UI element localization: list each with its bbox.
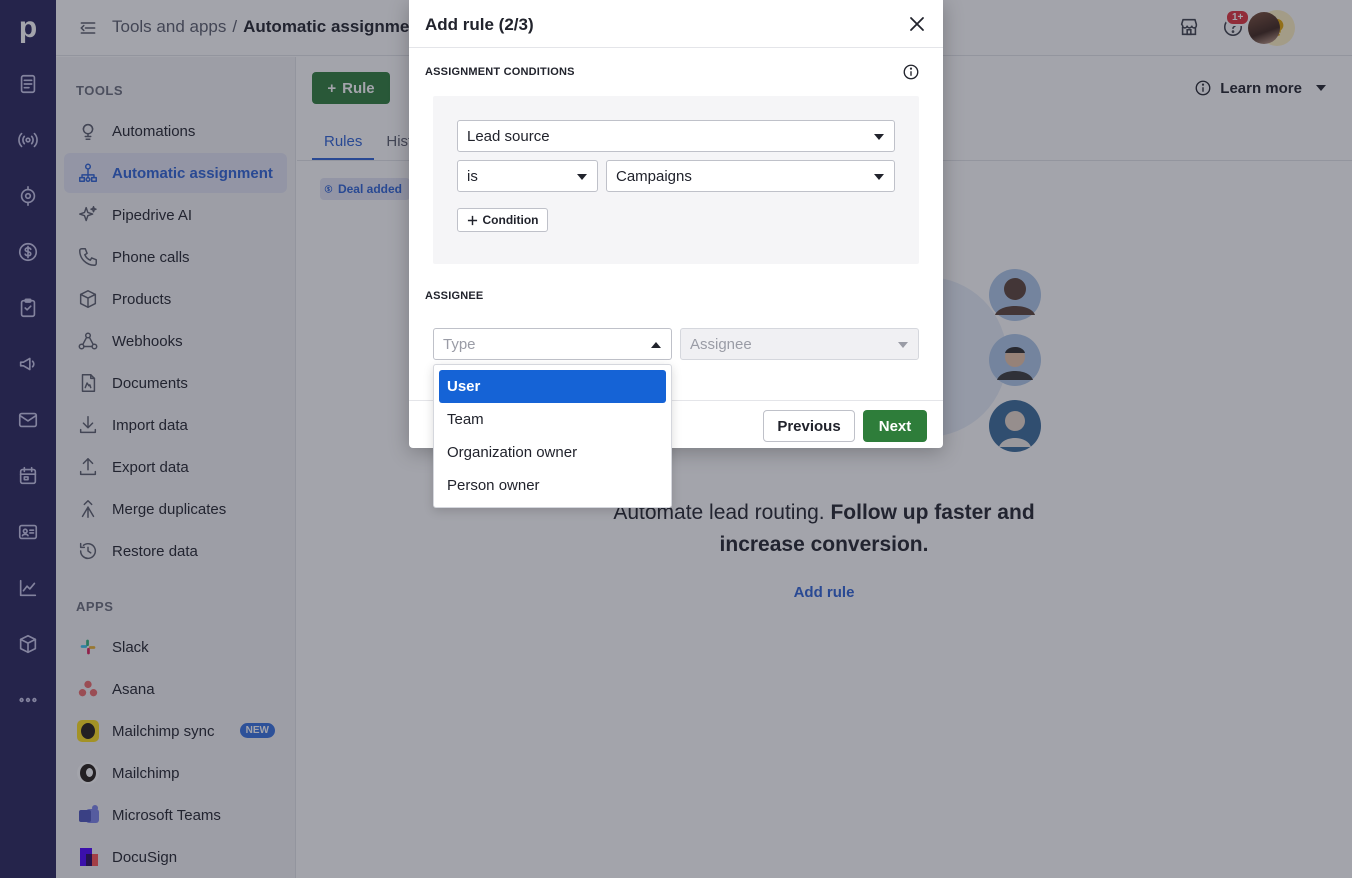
modal-header: Add rule (2/3) <box>409 0 943 48</box>
assignee-select: Assignee <box>680 328 919 360</box>
modal-title: Add rule (2/3) <box>425 15 534 34</box>
condition-field-select[interactable]: Lead source <box>457 120 895 152</box>
assignee-select-placeholder: Assignee <box>690 335 752 353</box>
condition-operator-value: is <box>467 167 478 185</box>
assignment-conditions-title: ASSIGNMENT CONDITIONS <box>425 66 575 78</box>
condition-value-select[interactable]: Campaigns <box>606 160 895 192</box>
add-condition-label: Condition <box>482 213 539 227</box>
chevron-down-icon <box>898 342 908 348</box>
type-select-placeholder: Type <box>443 335 476 353</box>
type-select[interactable]: Type <box>433 328 672 360</box>
chevron-down-icon <box>874 134 884 140</box>
type-option-user[interactable]: User <box>439 370 666 403</box>
condition-operator-select[interactable]: is <box>457 160 598 192</box>
previous-button[interactable]: Previous <box>763 410 855 442</box>
info-icon[interactable] <box>902 63 920 81</box>
plus-icon <box>467 215 477 225</box>
type-option-team[interactable]: Team <box>439 403 666 436</box>
condition-value-value: Campaigns <box>616 167 692 185</box>
chevron-down-icon <box>874 174 884 180</box>
chevron-down-icon <box>577 174 587 180</box>
chevron-up-icon <box>651 342 661 348</box>
add-condition-button[interactable]: Condition <box>457 208 548 232</box>
assignee-title: ASSIGNEE <box>425 290 484 302</box>
type-dropdown: User Team Organization owner Person owne… <box>433 364 672 508</box>
next-button[interactable]: Next <box>863 410 927 442</box>
type-option-organization-owner[interactable]: Organization owner <box>439 436 666 469</box>
type-option-person-owner[interactable]: Person owner <box>439 469 666 502</box>
close-icon[interactable] <box>909 16 925 32</box>
conditions-box: Lead source is Campaigns Condition <box>433 96 919 264</box>
condition-field-value: Lead source <box>467 127 550 145</box>
